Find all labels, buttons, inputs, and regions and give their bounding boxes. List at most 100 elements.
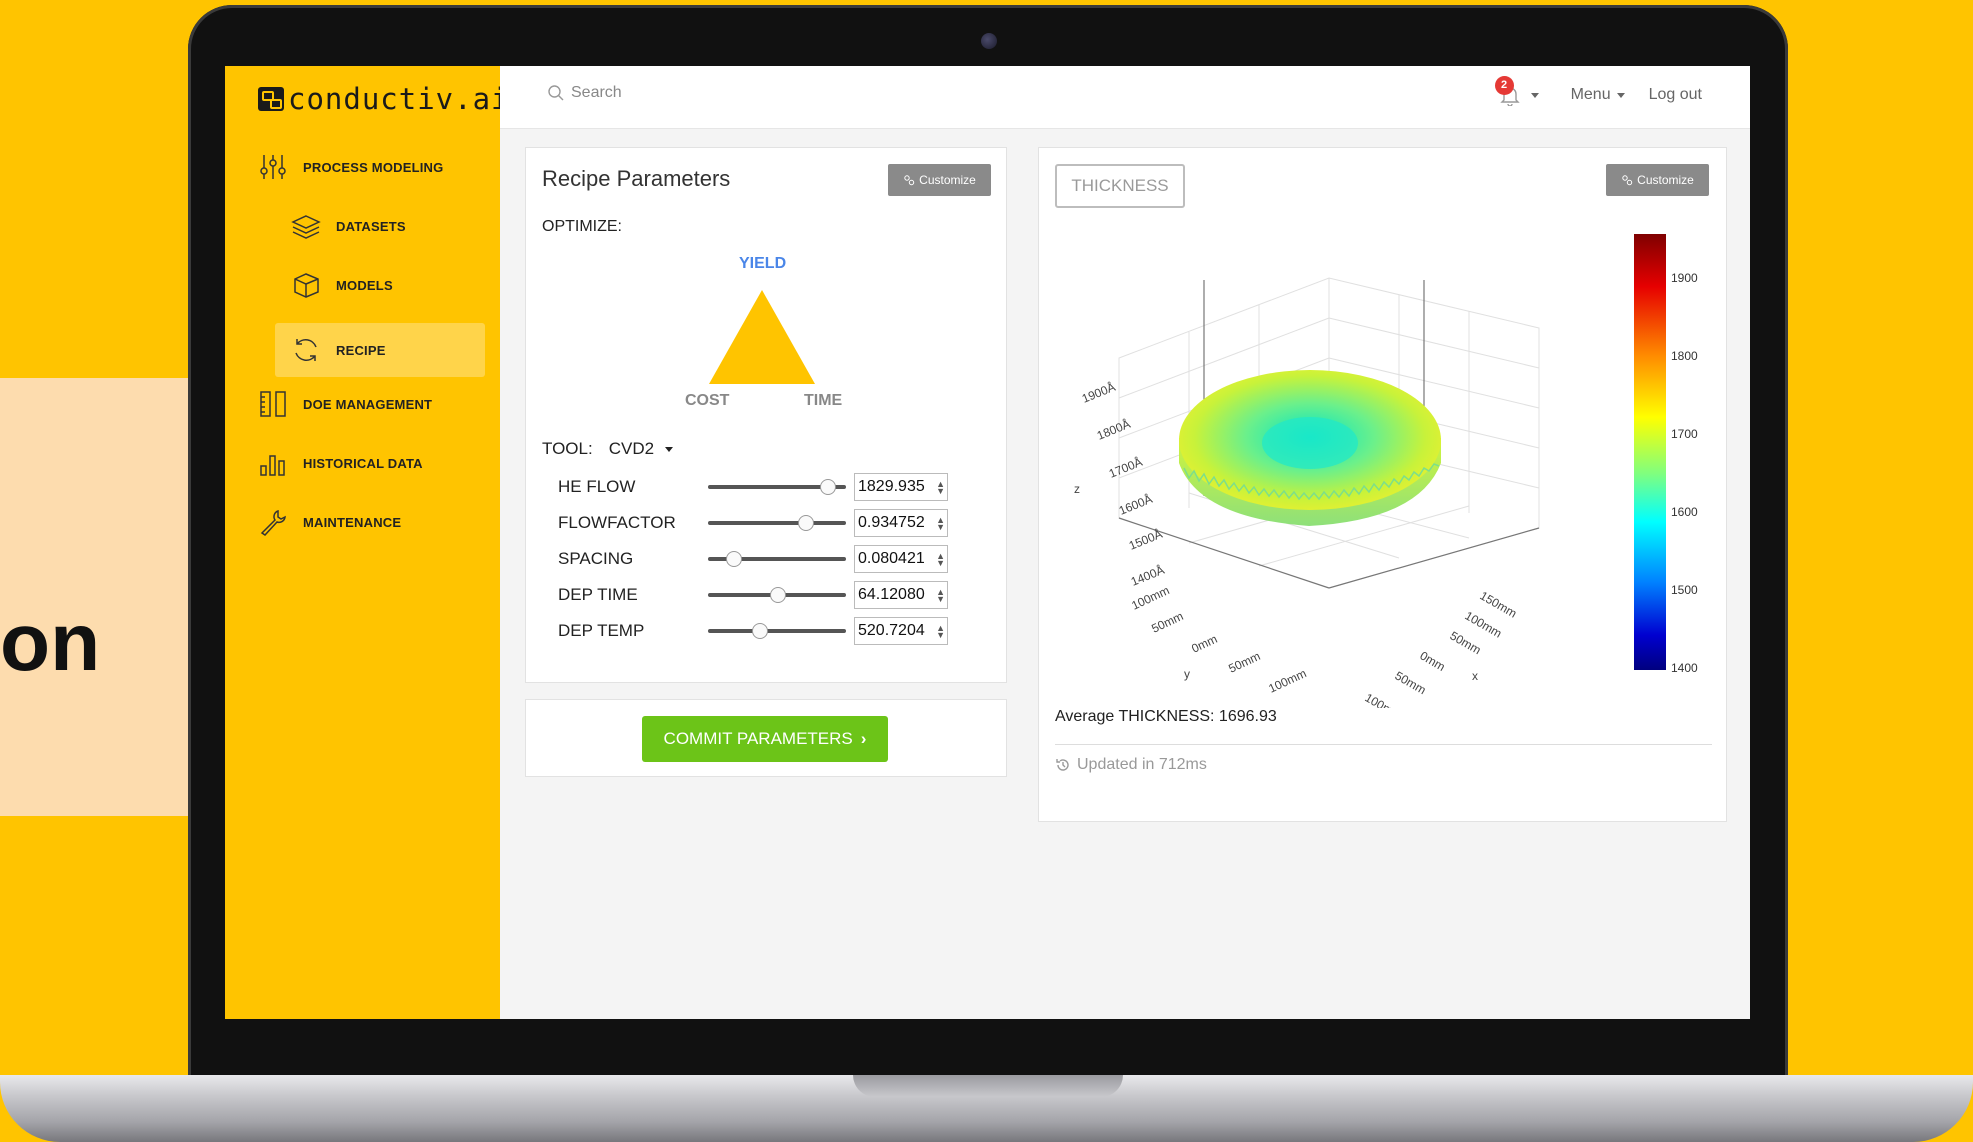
menu-label: Menu [1570, 86, 1611, 103]
sidebar-item-datasets[interactable]: DATASETS [291, 211, 406, 241]
slider-thumb[interactable] [819, 479, 836, 495]
he-flow-input[interactable]: 1829.935 ▲ ▼ [854, 473, 948, 501]
tab-thickness[interactable]: THICKNESS [1055, 164, 1185, 208]
param-label: SPACING [558, 549, 634, 568]
x-tick-label: 100mm [1363, 690, 1405, 708]
panel-title: Recipe Parameters [542, 166, 731, 191]
divider [1055, 744, 1712, 745]
spinner-icon[interactable]: ▲ ▼ [936, 552, 945, 568]
param-label: FLOWFACTOR [558, 513, 676, 532]
spinner-icon[interactable]: ▲ ▼ [936, 624, 945, 640]
sidebar-item-historical-data[interactable]: HISTORICAL DATA [258, 448, 423, 478]
sidebar-item-recipe[interactable]: RECIPE [275, 323, 485, 377]
sidebar-item-label: RECIPE [336, 342, 386, 358]
colorbar-tick-label: 1500 [1671, 583, 1698, 597]
thickness-3d-plot[interactable]: 1900Å 1800Å 1700Å 1600Å 1500Å 1400Å z 10… [1039, 228, 1726, 708]
thickness-surface [1179, 370, 1441, 526]
webcam [981, 33, 997, 49]
slider-thumb[interactable] [770, 587, 786, 603]
logout-link[interactable]: Log out [1649, 86, 1702, 104]
spinner-icon[interactable]: ▲ ▼ [936, 480, 945, 496]
sidebar-item-models[interactable]: MODELS [291, 270, 393, 300]
param-row-he-flow: HE FLOW 1829.935 ▲ ▼ [558, 472, 948, 502]
spacing-slider[interactable] [708, 551, 846, 567]
commit-parameters-button[interactable]: COMMIT PARAMETERS › [642, 716, 888, 762]
x-tick-label: 0mm [1418, 648, 1448, 673]
recipe-parameters-panel: Recipe Parameters Customize OPTIMIZE: YI… [525, 147, 1007, 683]
dep-temp-input[interactable]: 520.7204 ▲ ▼ [854, 617, 948, 645]
z-tick-label: 1800Å [1095, 416, 1133, 443]
sidebar-item-label: PROCESS MODELING [303, 159, 444, 175]
chevron-right-icon: › [860, 729, 867, 748]
z-tick-label: 1700Å [1107, 454, 1145, 481]
customize-label: Customize [919, 173, 976, 187]
colorbar-tick-label: 1900 [1671, 271, 1698, 285]
x-axis-labels: 150mm 100mm 50mm 0mm 50mm 100mm x [1363, 588, 1520, 708]
logo-text: conductiv.ai [288, 82, 510, 116]
param-row-dep-temp: DEP TEMP 520.7204 ▲ ▼ [558, 616, 948, 646]
chevron-down-icon[interactable] [1530, 92, 1539, 98]
optimize-label: OPTIMIZE: [542, 218, 622, 235]
slider-thumb[interactable] [752, 623, 769, 639]
sidebar-item-label: DOE MANAGEMENT [303, 396, 433, 412]
param-label: HE FLOW [558, 477, 636, 496]
backdrop-text-fragment: on [0, 597, 101, 688]
param-label: DEP TIME [558, 585, 638, 604]
y-axis-title: y [1184, 667, 1190, 681]
z-tick-label: 1600Å [1117, 491, 1155, 518]
optimization-triangle[interactable] [709, 290, 815, 384]
notifications-button[interactable]: 2 [1494, 76, 1521, 107]
dep-temp-slider[interactable] [708, 623, 846, 639]
sidebar-item-process-modeling[interactable]: PROCESS MODELING [258, 152, 443, 182]
average-thickness-text: Average THICKNESS: 1696.93 [1055, 708, 1277, 725]
top-bar: Search 2 Menu Log out [500, 66, 1750, 129]
spinner-icon[interactable]: ▲ ▼ [936, 588, 945, 604]
app-logo[interactable]: conductiv.ai [258, 82, 510, 116]
flowfactor-slider[interactable] [708, 515, 846, 531]
colorbar-tick-label: 1700 [1671, 427, 1698, 441]
chevron-down-icon [1616, 92, 1625, 98]
tool-value: CVD2 [608, 439, 655, 458]
sidebar-item-label: DATASETS [336, 218, 406, 234]
tool-dropdown[interactable]: CVD2 [609, 439, 673, 459]
z-axis-labels: 1900Å 1800Å 1700Å 1600Å 1500Å 1400Å z [1074, 379, 1166, 589]
search-input[interactable]: Search [547, 84, 622, 102]
commit-label: COMMIT PARAMETERS [663, 729, 853, 748]
chevron-down-icon [664, 447, 673, 453]
laptop-notch [853, 1075, 1123, 1097]
flowfactor-input[interactable]: 0.934752 ▲ ▼ [854, 509, 948, 537]
dep-time-slider[interactable] [708, 587, 846, 603]
customize-button[interactable]: Customize [888, 164, 991, 196]
x-axis-title: x [1472, 669, 1478, 683]
search-icon [548, 85, 564, 101]
history-icon [1056, 759, 1069, 771]
y-tick-label: 50mm [1149, 609, 1185, 636]
menu-dropdown[interactable]: Menu [1571, 86, 1625, 104]
sidebar-item-label: MAINTENANCE [303, 514, 402, 530]
sidebar-item-doe-management[interactable]: DOE MANAGEMENT [258, 389, 432, 419]
slider-thumb[interactable] [797, 515, 814, 531]
input-value: 520.7204 [858, 622, 925, 639]
dep-time-input[interactable]: 64.12080 ▲ ▼ [854, 581, 948, 609]
slider-thumb[interactable] [725, 551, 742, 567]
customize-button[interactable]: Customize [1606, 164, 1709, 196]
app-screen: conductiv.ai PROCESS MODELING DATASETS M… [225, 66, 1750, 1019]
colorbar-labels: 1900 1800 1700 1600 1500 1400 [1671, 271, 1698, 675]
refresh-icon [291, 335, 321, 365]
cube-icon [291, 270, 321, 300]
triangle-label-cost: COST [685, 392, 730, 409]
sidebar-item-label: HISTORICAL DATA [303, 455, 423, 471]
spacing-input[interactable]: 0.080421 ▲ ▼ [854, 545, 948, 573]
customize-label: Customize [1637, 173, 1694, 187]
search-placeholder: Search [571, 84, 622, 101]
he-flow-slider[interactable] [708, 479, 846, 495]
x-tick-label: 50mm [1393, 668, 1429, 697]
y-tick-label: 100mm [1266, 666, 1308, 696]
wrench-icon [258, 507, 288, 537]
sidebar-item-maintenance[interactable]: MAINTENANCE [258, 507, 401, 537]
layers-icon [291, 211, 321, 241]
param-row-dep-time: DEP TIME 64.12080 ▲ ▼ [558, 580, 948, 610]
z-tick-label: 1500Å [1127, 526, 1165, 553]
colorbar-tick-label: 1800 [1671, 349, 1698, 363]
spinner-icon[interactable]: ▲ ▼ [936, 516, 945, 532]
